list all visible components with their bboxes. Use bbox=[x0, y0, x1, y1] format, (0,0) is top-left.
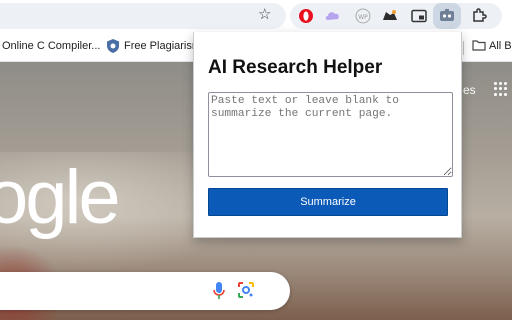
shield-bookmark-icon bbox=[106, 38, 120, 57]
summarize-button[interactable]: Summarize bbox=[208, 188, 448, 216]
google-lens-icon[interactable] bbox=[237, 281, 255, 304]
bookmarks-divider bbox=[463, 41, 464, 55]
all-bookmarks-link[interactable]: All B bbox=[489, 40, 512, 52]
apps-grid-icon[interactable] bbox=[494, 82, 508, 96]
folder-icon bbox=[472, 39, 486, 54]
bookmark-star-icon[interactable]: ☆ bbox=[258, 5, 271, 25]
address-bar[interactable] bbox=[0, 3, 286, 29]
research-helper-icon[interactable] bbox=[438, 7, 456, 25]
opera-icon[interactable] bbox=[297, 7, 315, 25]
google-logo: ogle bbox=[0, 155, 121, 240]
wp-icon[interactable]: WP bbox=[354, 7, 372, 25]
text-input-area[interactable] bbox=[208, 92, 453, 177]
popup-title: AI Research Helper bbox=[208, 57, 383, 78]
pip-icon[interactable] bbox=[410, 7, 428, 25]
svg-text:WP: WP bbox=[358, 14, 368, 21]
microphone-icon[interactable] bbox=[212, 281, 226, 306]
header-link[interactable]: es bbox=[463, 83, 476, 97]
google-search-bar[interactable] bbox=[0, 272, 290, 310]
bookmark-online-c-compiler[interactable]: Online C Compiler... bbox=[2, 40, 100, 52]
hat-icon[interactable] bbox=[381, 7, 399, 25]
cloud-icon[interactable] bbox=[324, 7, 342, 25]
extension-popup: AI Research Helper Summarize bbox=[193, 32, 462, 238]
puzzle-icon[interactable] bbox=[470, 7, 488, 25]
bookmark-free-plagiarism[interactable]: Free Plagiarism bbox=[124, 40, 201, 52]
browser-toolbar: ☆ WP bbox=[0, 0, 512, 32]
